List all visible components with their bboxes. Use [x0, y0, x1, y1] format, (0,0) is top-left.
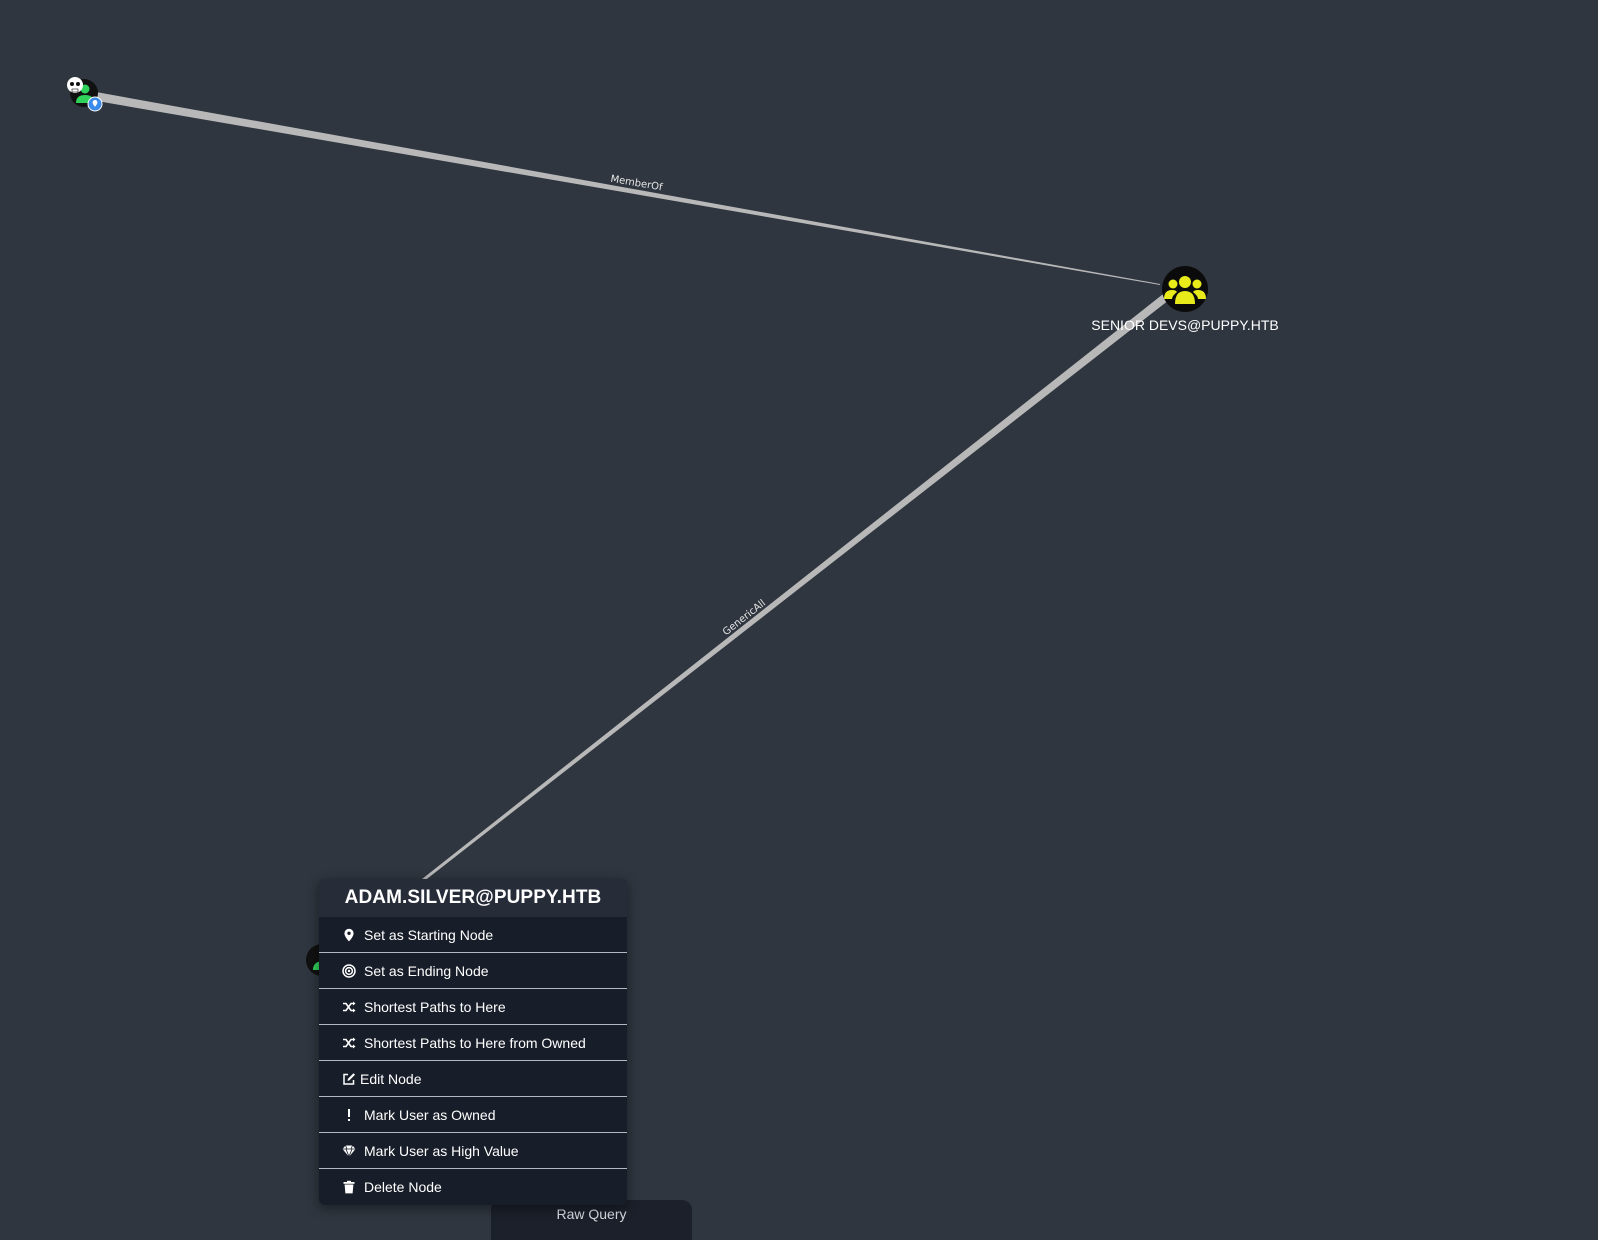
- menu-item-label: Set as Ending Node: [364, 962, 489, 979]
- edit-icon: [342, 1072, 356, 1086]
- set-ending-node-item[interactable]: Set as Ending Node: [319, 953, 627, 989]
- skull-icon: [67, 77, 83, 93]
- owned-user-node[interactable]: [67, 77, 103, 112]
- gem-icon: [342, 1144, 356, 1158]
- mark-owned-item[interactable]: Mark User as Owned: [319, 1097, 627, 1133]
- group-node[interactable]: SENIOR DEVS@PUPPY.HTB: [1091, 266, 1279, 333]
- random-icon: [342, 1000, 356, 1014]
- edge-memberof[interactable]: MemberOf: [96, 92, 1160, 285]
- menu-item-label: Edit Node: [360, 1070, 422, 1087]
- menu-item-label: Shortest Paths to Here from Owned: [364, 1034, 586, 1051]
- context-menu-list: Set as Starting Node Set as Ending Node …: [319, 917, 627, 1205]
- random-icon: [342, 1036, 356, 1050]
- raw-query-tab[interactable]: Raw Query: [491, 1200, 692, 1240]
- menu-item-label: Mark User as High Value: [364, 1142, 519, 1159]
- group-node-label: SENIOR DEVS@PUPPY.HTB: [1091, 317, 1278, 333]
- menu-item-label: Mark User as Owned: [364, 1106, 496, 1123]
- menu-item-label: Set as Starting Node: [364, 926, 494, 943]
- context-menu-title: ADAM.SILVER@PUPPY.HTB: [319, 879, 627, 917]
- menu-item-label: Shortest Paths to Here: [364, 998, 506, 1015]
- node-context-menu: ADAM.SILVER@PUPPY.HTB Set as Starting No…: [319, 879, 627, 1205]
- graph-canvas[interactable]: MemberOf GenericAll SENIOR DEVS@PUPPY.HT…: [0, 0, 1598, 1228]
- mark-high-value-item[interactable]: Mark User as High Value: [319, 1133, 627, 1169]
- delete-node-item[interactable]: Delete Node: [319, 1169, 627, 1205]
- edge-genericall[interactable]: GenericAll: [322, 287, 1178, 960]
- menu-item-label: Delete Node: [364, 1179, 442, 1195]
- map-marker-badge-icon: [87, 96, 103, 112]
- raw-query-label: Raw Query: [556, 1206, 627, 1222]
- shortest-paths-to-here-item[interactable]: Shortest Paths to Here: [319, 989, 627, 1025]
- edit-node-item[interactable]: Edit Node: [319, 1061, 627, 1097]
- shortest-paths-from-owned-item[interactable]: Shortest Paths to Here from Owned: [319, 1025, 627, 1061]
- trash-icon: [342, 1180, 356, 1194]
- exclamation-icon: [342, 1108, 356, 1122]
- map-marker-icon: [342, 928, 356, 942]
- set-starting-node-item[interactable]: Set as Starting Node: [319, 917, 627, 953]
- bullseye-icon: [342, 963, 356, 978]
